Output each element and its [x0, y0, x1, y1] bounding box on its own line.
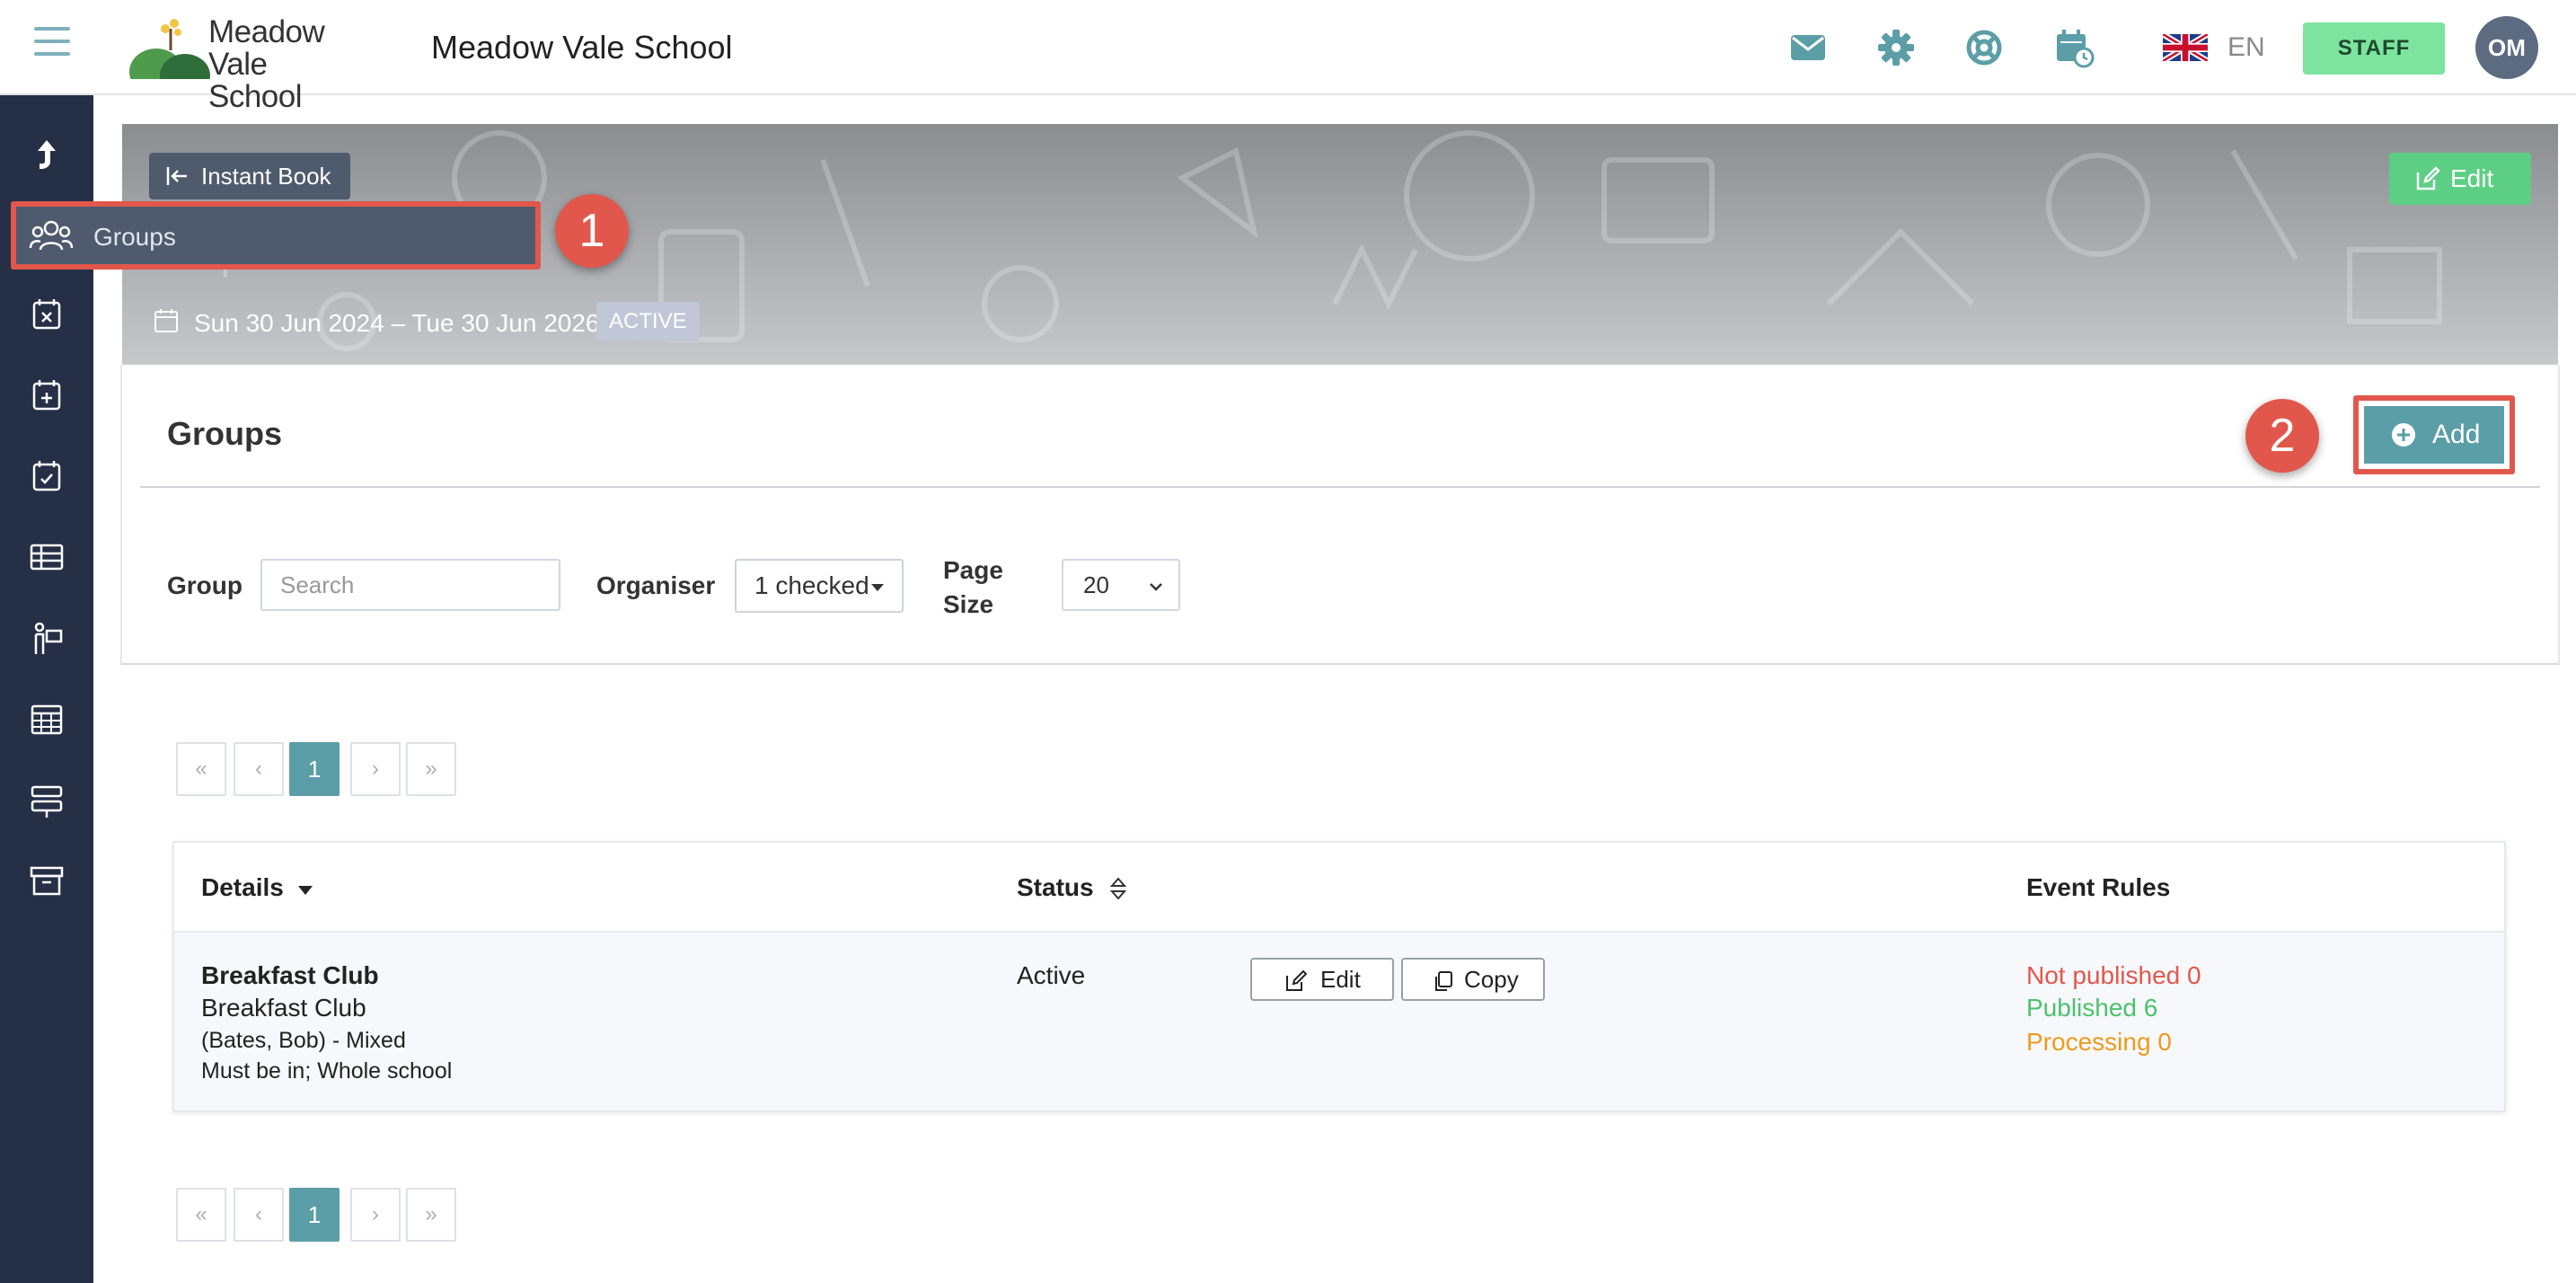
logo-text: Meadow Vale School [208, 14, 325, 114]
add-label: Add [2432, 420, 2481, 449]
edit-icon [1286, 969, 1308, 991]
next-page-button[interactable]: › [350, 742, 401, 796]
processing-count[interactable]: Processing 0 [2026, 1028, 2172, 1057]
top-bar: Meadow Vale School Meadow Vale School EN… [0, 0, 2576, 113]
organiser-filter-label: Organiser [596, 571, 716, 599]
help-icon[interactable] [1963, 27, 2005, 68]
school-name: Meadow Vale School [431, 29, 733, 66]
group-search-input[interactable] [260, 559, 560, 611]
filters-divider [122, 663, 2558, 665]
status-column-header[interactable]: Status [1017, 873, 1094, 902]
details-column-header[interactable]: Details [201, 873, 284, 902]
edit-group-button[interactable]: Edit [1250, 958, 1394, 1001]
language-selector[interactable]: EN [2228, 32, 2265, 63]
panel-edge-left [120, 365, 122, 665]
copy-group-button[interactable]: Copy [1401, 958, 1545, 1001]
edit-activity-button[interactable]: Edit [2389, 153, 2531, 205]
section-divider [140, 486, 2540, 488]
calendar-x-icon[interactable] [27, 295, 66, 334]
groups-table: Details Status Event Rules Breakfast Clu… [172, 841, 2506, 1112]
page-1-button[interactable]: 1 [289, 742, 340, 796]
status-badge: ACTIVE [596, 302, 700, 341]
page-title: Groups [167, 415, 283, 452]
avatar[interactable]: OM [2475, 16, 2538, 79]
instant-book-button[interactable]: Instant Book [149, 153, 350, 199]
date-range: Sun 30 Jun 2024 – Tue 30 Jun 2026 [194, 309, 600, 337]
prev-page-button[interactable]: ‹ [234, 1188, 284, 1242]
group-subtitle: Breakfast Club [201, 994, 366, 1022]
table-icon[interactable] [27, 537, 66, 577]
edit-icon [2416, 166, 2440, 190]
event-rules-column-header: Event Rules [2026, 873, 2171, 901]
prev-page-button[interactable]: ‹ [234, 742, 284, 796]
copy-label: Copy [1464, 966, 1519, 993]
calendar-plus-icon[interactable] [27, 376, 66, 415]
caret-down-icon [871, 584, 884, 591]
first-page-button[interactable]: « [176, 742, 226, 796]
sort-desc-icon[interactable] [298, 886, 313, 895]
groups-icon [29, 220, 74, 251]
back-to-start-icon [166, 167, 187, 185]
group-filter-label: Group [167, 571, 243, 599]
last-page-button[interactable]: » [406, 742, 456, 796]
first-page-button[interactable]: « [176, 1188, 226, 1242]
page-size-label: Page Size [943, 556, 1003, 618]
group-title[interactable]: Breakfast Club [201, 961, 379, 990]
group-organiser: (Bates, Bob) - Mixed [201, 1028, 406, 1053]
mail-icon[interactable] [1787, 27, 1829, 68]
group-status: Active [1017, 961, 1086, 989]
next-page-button[interactable]: › [350, 1188, 401, 1242]
chevron-down-icon [1150, 583, 1162, 591]
not-published-count[interactable]: Not published 0 [2026, 961, 2201, 990]
page-size-select[interactable]: 20 [1062, 559, 1180, 611]
instant-book-label: Instant Book [201, 163, 331, 190]
calendar-clock-icon[interactable] [2053, 27, 2095, 68]
step-1-marker: 1 [555, 194, 629, 268]
sidebar-item-label: Groups [93, 223, 176, 251]
organiser-value: 1 checked [754, 571, 869, 599]
calendar-icon [154, 309, 178, 332]
calendar-grid-icon[interactable] [27, 699, 66, 739]
sort-icon[interactable] [1108, 875, 1128, 902]
archive-icon[interactable] [27, 861, 66, 900]
plus-circle-icon [2392, 423, 2415, 447]
panel-edge-right [2558, 365, 2560, 665]
up-arrow-icon[interactable] [27, 135, 66, 174]
staff-button[interactable]: STAFF [2303, 22, 2445, 75]
edit-label: Edit [1320, 966, 1361, 993]
last-page-button[interactable]: » [406, 1188, 456, 1242]
copy-icon [1435, 971, 1452, 991]
published-count[interactable]: Published 6 [2026, 994, 2157, 1022]
add-group-button[interactable]: Add [2364, 406, 2504, 464]
calendar-check-icon[interactable] [27, 456, 66, 496]
sidebar [0, 95, 93, 1283]
signpost-icon[interactable] [27, 780, 66, 819]
uk-flag-icon[interactable] [2163, 34, 2208, 61]
edit-label: Edit [2450, 164, 2494, 192]
person-board-icon[interactable] [27, 618, 66, 658]
step-2-marker: 2 [2245, 399, 2319, 473]
page-size-value: 20 [1083, 571, 1109, 598]
group-scope: Must be in; Whole school [201, 1058, 453, 1084]
table-header: Details Status Event Rules [174, 843, 2504, 933]
organiser-dropdown[interactable]: 1 checked [735, 559, 904, 613]
logo-hills-icon [129, 19, 210, 97]
page-1-button[interactable]: 1 [289, 1188, 340, 1242]
sidebar-item-groups[interactable]: Groups [11, 201, 541, 270]
gear-icon[interactable] [1875, 27, 1917, 68]
menu-icon[interactable] [34, 27, 70, 63]
school-logo[interactable]: Meadow Vale School [129, 16, 363, 113]
